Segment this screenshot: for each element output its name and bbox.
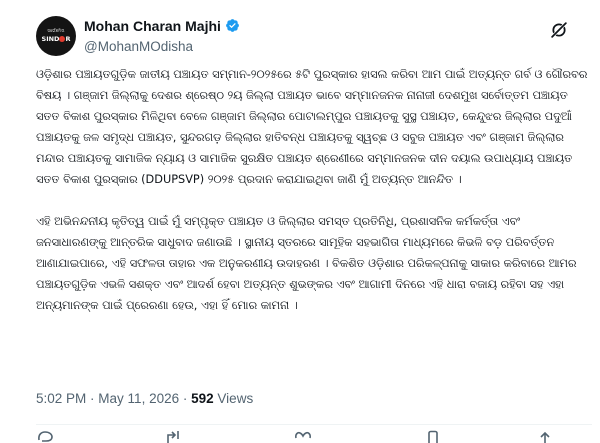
post-line: ସତତ ବିକାଶ ପୁରସ୍କାର (DDUPSVP) ୨୦୨୫ ପ୍ରଦାନ…: [36, 173, 462, 186]
post-date[interactable]: May 11, 2026: [98, 391, 179, 406]
grok-icon[interactable]: [548, 19, 570, 41]
repost-icon[interactable]: [164, 430, 182, 443]
post-line: ସାମାଜିକ ନ୍ୟାୟ ଓ ସାମାଜିକ ସୁରକ୍ଷିତ ପଞ୍ଚାୟତ…: [114, 152, 573, 165]
action-bar: [36, 430, 592, 443]
author-names: Mohan Charan Majhi @MohanMOdisha: [84, 16, 240, 54]
post-line: ଏହି ଅଭିନନ୍ଦନୀୟ କୃତିତ୍ୱ ପାଇଁ ମୁଁ ସମ୍ପୃକ୍ତ…: [36, 215, 521, 228]
post-metadata: 5:02 PM · May 11, 2026 · 592 Views: [36, 391, 253, 406]
share-icon[interactable]: [536, 430, 554, 443]
post-line: ମୋର କାମନା ।: [231, 299, 298, 312]
avatar-brand-text: SIND R: [41, 35, 71, 43]
author-name-row[interactable]: Mohan Charan Majhi: [84, 16, 240, 35]
post-line: ଓଡ଼ିଶାର ପଞ୍ଚାୟତଗୁଡ଼ିକ ଜାତୀୟ ପଞ୍ଚାୟତ ସମ୍ମ…: [36, 68, 466, 81]
views-count: 592: [191, 391, 214, 406]
divider: [36, 424, 592, 425]
post-time[interactable]: 5:02 PM: [36, 391, 86, 406]
post-header: ସର୍ଭେଞ୍ଚମିତା SIND R Mohan Charan Majhi @M…: [36, 10, 596, 58]
avatar-top-text: ସର୍ଭେଞ୍ଚମିତା: [47, 28, 65, 33]
avatar[interactable]: ସର୍ଭେଞ୍ଚମିତା SIND R: [36, 16, 76, 56]
post-paragraph-1: ଓଡ଼ିଶାର ପଞ୍ଚାୟତଗୁଡ଼ିକ ଜାତୀୟ ପଞ୍ଚାୟତ ସମ୍ମ…: [36, 64, 592, 190]
bookmark-icon[interactable]: [424, 430, 442, 443]
post-paragraph-2: ଏହି ଅଭିନନ୍ଦନୀୟ କୃତିତ୍ୱ ପାଇଁ ମୁଁ ସମ୍ପୃକ୍ତ…: [36, 211, 592, 316]
author-display-name[interactable]: Mohan Charan Majhi: [84, 18, 221, 34]
like-icon[interactable]: [294, 430, 312, 443]
author-handle[interactable]: @MohanMOdisha: [84, 39, 240, 54]
post-text: ଓଡ଼ିଶାର ପଞ୍ଚାୟତଗୁଡ଼ିକ ଜାତୀୟ ପଞ୍ଚାୟତ ସମ୍ମ…: [36, 64, 592, 316]
views-label: Views: [217, 391, 254, 406]
post-line: ଜନସାଧାରଣଙ୍କୁ ଆନ୍ତରିକ ସାଧୁବାଦ ଜଣାଉଛି । ସ୍…: [36, 236, 483, 249]
verified-badge-icon: [226, 19, 239, 32]
reply-icon[interactable]: [36, 430, 54, 443]
meta-separator: ·: [182, 391, 192, 406]
